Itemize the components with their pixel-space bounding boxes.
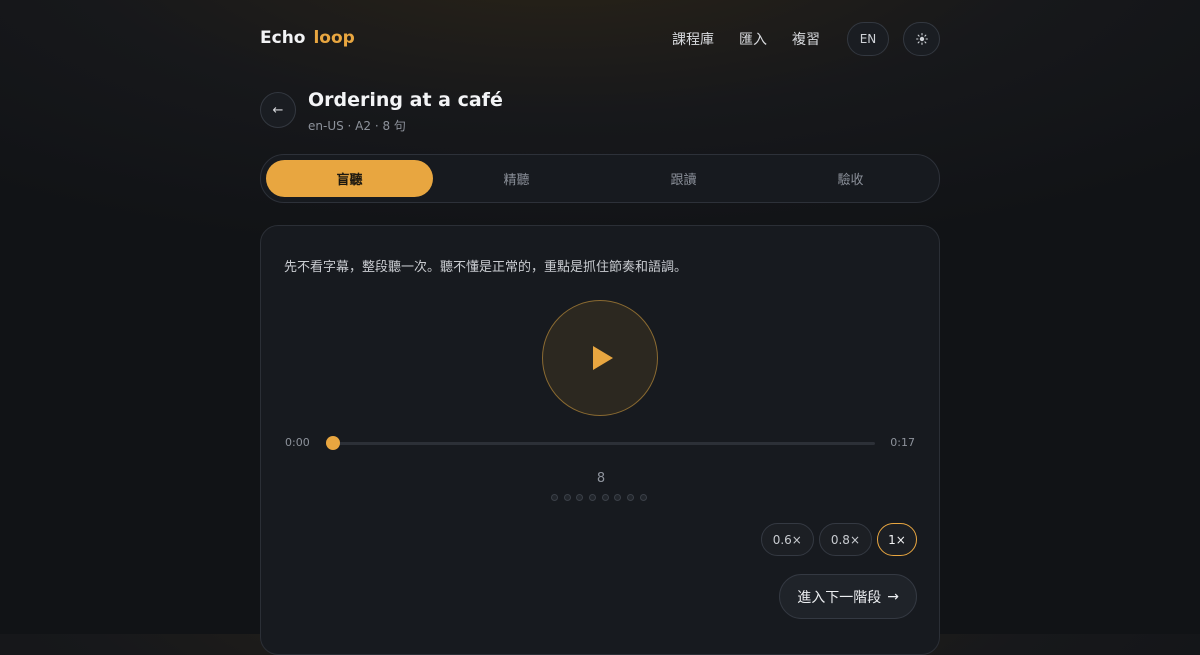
total-time: 0:17: [890, 436, 915, 449]
sentence-dot[interactable]: [576, 494, 584, 501]
tab-shadowing[interactable]: 跟讀: [600, 160, 767, 197]
stage-tabs: 盲聽 精聽 跟讀 驗收: [260, 154, 940, 203]
lesson-meta: en-US · A2 · 8 句: [308, 119, 406, 133]
speed-button-1[interactable]: 1×: [877, 523, 917, 556]
sentence-dot[interactable]: [639, 494, 647, 501]
sentence-dot[interactable]: [627, 494, 635, 501]
speed-button-0-8[interactable]: 0.8×: [818, 523, 872, 556]
app-container: Echo loop 課程庫 匯入 複習 EN ← Ordering at a c…: [260, 0, 940, 655]
play-button[interactable]: [542, 300, 658, 416]
brand-logo[interactable]: Echo loop: [260, 28, 355, 48]
sentence-dot[interactable]: [614, 494, 622, 501]
nav-link-import[interactable]: 匯入: [739, 29, 767, 49]
theme-toggle-button[interactable]: [903, 22, 940, 56]
player-card: 先不看字幕，整段聽一次。聽不懂是正常的，重點是抓住節奏和語調。 0:00 0:1…: [260, 225, 940, 655]
speed-button-0-6[interactable]: 0.6×: [760, 523, 814, 556]
sentence-dot[interactable]: [601, 494, 609, 501]
sentence-dot[interactable]: [563, 494, 571, 501]
back-button[interactable]: ←: [260, 92, 296, 128]
header: Echo loop 課程庫 匯入 複習 EN: [260, 22, 940, 56]
progress-track[interactable]: [332, 442, 875, 445]
sentence-dot[interactable]: [589, 494, 597, 501]
nav-link-review[interactable]: 複習: [792, 29, 820, 49]
instruction-text: 先不看字幕，整段聽一次。聽不懂是正常的，重點是抓住節奏和語調。: [284, 260, 688, 275]
next-stage-label: 進入下一階段: [797, 589, 882, 606]
top-nav: 課程庫 匯入 複習 EN: [672, 22, 940, 56]
sun-icon: [915, 33, 928, 45]
tab-assessment[interactable]: 驗收: [767, 160, 934, 197]
tab-intensive-listening[interactable]: 精聽: [433, 160, 600, 197]
tab-blind-listening[interactable]: 盲聽: [266, 160, 433, 197]
current-time: 0:00: [285, 436, 310, 449]
brand-name-part2: loop: [313, 28, 355, 48]
sentence-dots: [551, 494, 653, 501]
sentence-dot[interactable]: [551, 494, 558, 501]
play-icon: [593, 346, 613, 370]
next-stage-button[interactable]: 進入下一階段 →: [779, 574, 917, 619]
nav-link-library[interactable]: 課程庫: [672, 29, 714, 49]
arrow-left-icon: ←: [272, 102, 284, 118]
brand-name-part1: Echo: [260, 28, 306, 48]
sentence-count: 8: [596, 471, 606, 486]
lesson-title: Ordering at a café: [308, 89, 503, 111]
language-toggle-button[interactable]: EN: [847, 22, 889, 56]
speed-selector: 0.6× 0.8× 1×: [756, 523, 917, 556]
progress-knob[interactable]: [326, 436, 340, 450]
arrow-right-icon: →: [887, 588, 899, 605]
